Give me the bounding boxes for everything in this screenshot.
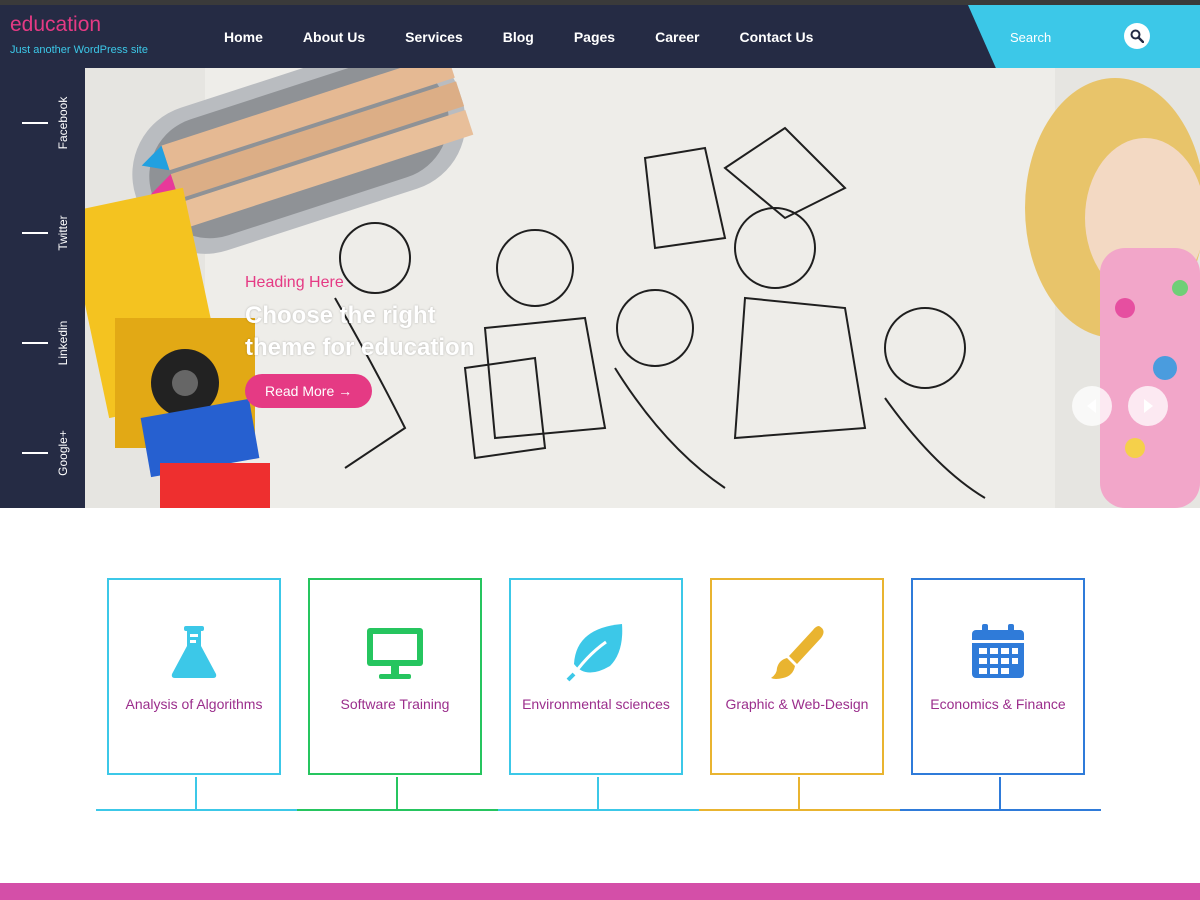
nav-about-us[interactable]: About Us [303, 29, 365, 45]
feature-card-economics[interactable]: Economics & Finance [911, 578, 1085, 775]
social-facebook[interactable]: Facebook [0, 68, 85, 178]
baseline-segment [96, 809, 297, 811]
baseline-segment [699, 809, 900, 811]
read-more-button[interactable]: Read More → [245, 374, 373, 408]
feature-label: Graphic & Web-Design [725, 696, 869, 712]
baseline-segment [900, 809, 1101, 811]
flask-icon [171, 626, 217, 678]
social-dash [22, 122, 48, 124]
feature-card-software[interactable]: Software Training [308, 578, 482, 775]
site-branding: education Just another WordPress site [10, 13, 148, 56]
hero-subheading: Heading Here [245, 274, 344, 291]
connector-line [798, 777, 800, 809]
feature-card-algorithms[interactable]: Analysis of Algorithms [107, 578, 281, 775]
connector-line [999, 777, 1001, 809]
feature-card-graphic[interactable]: Graphic & Web-Design [710, 578, 884, 775]
feature-label: Economics & Finance [930, 696, 1066, 712]
social-twitter[interactable]: Twitter [0, 178, 85, 288]
social-dash [22, 452, 48, 454]
slider-next-button[interactable] [1128, 386, 1168, 426]
nav-services[interactable]: Services [405, 29, 463, 45]
hero-caption: Heading Here Choose the right theme for … [245, 274, 505, 408]
search-input[interactable] [1008, 21, 1142, 53]
social-label: Twitter [56, 215, 70, 251]
arrow-right-icon [1144, 399, 1153, 413]
site-tagline: Just another WordPress site [10, 44, 148, 56]
nav-pages[interactable]: Pages [574, 29, 615, 45]
leaf-icon [566, 624, 623, 682]
nav-career[interactable]: Career [655, 29, 699, 45]
social-label: Google+ [56, 430, 70, 476]
social-label: Facebook [56, 96, 70, 150]
social-label: Linkedin [56, 320, 70, 366]
search-icon [1130, 29, 1144, 43]
social-linkedin[interactable]: Linkedin [0, 288, 85, 398]
feature-card-environmental[interactable]: Environmental sciences [509, 578, 683, 775]
features-section: Analysis of Algorithms Software Training… [0, 508, 1200, 883]
monitor-icon [367, 628, 423, 679]
hero-slider: Heading Here Choose the right theme for … [85, 68, 1200, 508]
connector-line [597, 777, 599, 809]
social-dash [22, 232, 48, 234]
social-dash [22, 342, 48, 344]
nav-home[interactable]: Home [224, 29, 263, 45]
search-button[interactable] [1124, 23, 1150, 49]
search-box [968, 5, 1200, 68]
baseline-segment [498, 809, 699, 811]
feature-label: Environmental sciences [522, 696, 670, 712]
feature-label: Software Training [340, 696, 450, 712]
nav-blog[interactable]: Blog [503, 29, 534, 45]
paintbrush-icon [771, 626, 824, 679]
baseline-segment [297, 809, 498, 811]
footer-bar [0, 883, 1200, 900]
hero-title: Choose the right theme for education [245, 302, 475, 361]
nav-contact-us[interactable]: Contact Us [739, 29, 813, 45]
slider-prev-button[interactable] [1072, 386, 1112, 426]
connector-line [195, 777, 197, 809]
main-nav: Home About Us Services Blog Pages Career… [204, 5, 833, 68]
social-googleplus[interactable]: Google+ [0, 398, 85, 508]
calendar-icon [972, 624, 1024, 678]
site-title[interactable]: education [10, 13, 148, 37]
feature-label: Analysis of Algorithms [125, 696, 263, 712]
connector-line [396, 777, 398, 809]
arrow-left-icon [1087, 399, 1096, 413]
site-header: education Just another WordPress site Ho… [0, 5, 1200, 68]
social-sidebar: Facebook Twitter Linkedin Google+ [0, 68, 85, 508]
